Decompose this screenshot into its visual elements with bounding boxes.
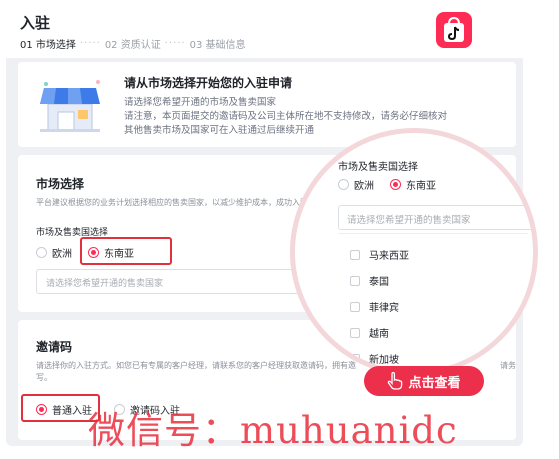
country-label: 马来西亚	[369, 251, 409, 262]
banner-text: 其他售卖市场及国家可在入驻通过后继续开通	[124, 125, 315, 136]
country-option[interactable]: 泰国	[350, 273, 389, 288]
click-to-view-label: 点击查看	[408, 375, 461, 391]
click-to-view-button[interactable]: 点击查看	[364, 366, 484, 396]
radio-selected-icon[interactable]	[390, 179, 401, 190]
step-basic-info: 03 基础信息	[189, 40, 246, 51]
watermark-text: 微信号：muhuanidc	[88, 409, 458, 452]
radio-label: 欧洲	[52, 249, 72, 260]
zoom-field-label: 市场及售卖国选择	[338, 162, 418, 173]
zoom-magnifier: 市场及售卖国选择 欧洲 东南亚 请选择您希望开通的售卖国家 马来西亚 泰国 菲律…	[290, 128, 538, 376]
page-title: 入驻	[20, 14, 51, 32]
country-option[interactable]: 越南	[350, 325, 389, 340]
hand-pointer-icon	[388, 372, 403, 390]
banner-text: 请选择您希望开通的市场及售卖国家	[124, 97, 277, 108]
checkbox-icon[interactable]	[350, 353, 360, 364]
radio-label: 欧洲	[354, 181, 374, 192]
country-label: 新加坡	[369, 355, 399, 366]
step-market: 01 市场选择	[20, 40, 76, 51]
selection-highlight-box	[80, 237, 172, 265]
invite-title: 邀请码	[36, 340, 73, 354]
country-label: 泰国	[369, 277, 389, 288]
checkbox-icon[interactable]	[350, 249, 360, 260]
step-indicator: 01 市场选择 ····· 02 资质认证 ····· 03 基础信息	[20, 36, 246, 51]
radio-option-europe[interactable]: 欧洲	[36, 245, 72, 260]
market-description: 平台建议根据您的业务计划选择相应的售卖国家，以减少维护成本，成功入驻	[36, 198, 308, 207]
country-label: 越南	[369, 329, 389, 340]
market-title: 市场选择	[36, 177, 85, 191]
tiktok-shop-icon	[436, 12, 472, 48]
step-qualification: 02 资质认证	[104, 40, 161, 51]
zoom-country-search[interactable]: 请选择您希望开通的售卖国家	[338, 205, 533, 230]
country-option[interactable]: 马来西亚	[350, 247, 409, 262]
storefront-icon	[40, 80, 100, 132]
step-divider: ·····	[164, 38, 186, 49]
country-option[interactable]: 菲律宾	[350, 299, 399, 314]
banner-title: 请从市场选择开始您的入驻申请	[124, 76, 293, 90]
radio-icon[interactable]	[338, 179, 349, 190]
country-option[interactable]: 新加坡	[350, 351, 399, 366]
country-select[interactable]: 请选择您希望开通的售卖国家	[36, 269, 331, 294]
dropdown-divider	[338, 233, 528, 234]
invite-description: 请选择你的入驻方式。如您已有专属的客户经理，请联系您的客户经理获取邀请码，拥有邀	[36, 361, 356, 370]
country-label: 菲律宾	[369, 303, 399, 314]
invite-description-line2: 写。	[36, 373, 52, 382]
checkbox-icon[interactable]	[350, 327, 360, 338]
invite-description-tail: 请务	[500, 361, 516, 370]
checkbox-icon[interactable]	[350, 301, 360, 312]
banner-text: 请注意，本页面提交的邀请码及公司主体所在地不支持修改，请务必仔细核对	[124, 111, 448, 122]
radio-label: 东南亚	[406, 181, 436, 192]
zoom-radio-group: 欧洲 东南亚	[338, 177, 436, 192]
checkbox-icon[interactable]	[350, 275, 360, 286]
radio-icon[interactable]	[36, 247, 47, 258]
step-divider: ·····	[79, 38, 101, 49]
